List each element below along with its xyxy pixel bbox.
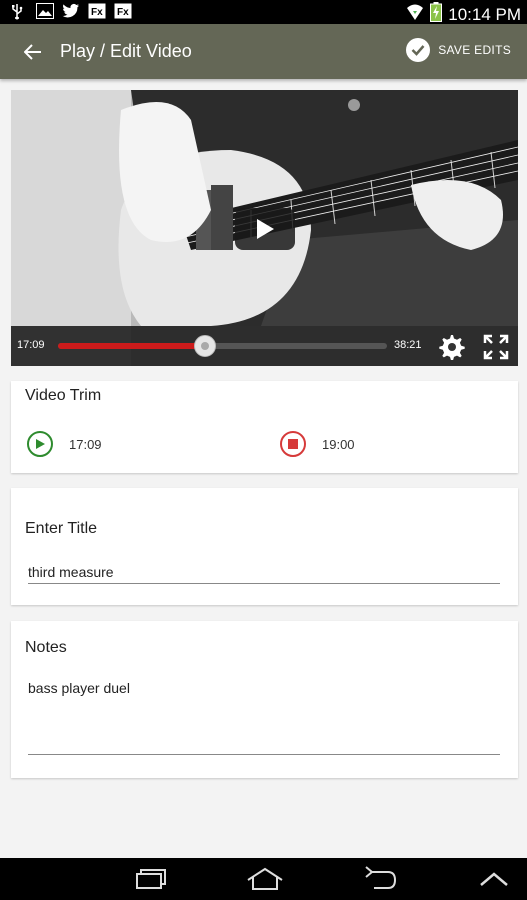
gear-icon[interactable]	[439, 334, 465, 365]
trim-end: 19:00	[280, 431, 355, 457]
check-icon	[406, 38, 431, 62]
video-player[interactable]: 17:09 38:21	[11, 90, 518, 366]
image-icon	[36, 3, 54, 20]
video-trim-title: Video Trim	[25, 387, 102, 404]
fx-icon: Fx	[88, 3, 106, 20]
save-edits-label: SAVE EDITS	[438, 43, 511, 57]
usb-icon	[10, 3, 28, 20]
play-icon	[36, 439, 45, 449]
video-controls: 17:09 38:21	[11, 326, 518, 366]
stop-icon	[288, 439, 298, 449]
fullscreen-icon[interactable]	[483, 334, 509, 365]
home-icon[interactable]	[245, 866, 285, 897]
trim-start-play-button[interactable]	[27, 431, 53, 457]
seek-bar-played	[58, 343, 206, 349]
enter-title-label: Enter Title	[25, 520, 98, 537]
trim-end-stop-button[interactable]	[280, 431, 306, 457]
title-input[interactable]	[28, 560, 500, 584]
title-card: Enter Title	[11, 488, 518, 605]
seek-thumb[interactable]	[194, 335, 217, 357]
trim-start: 17:09	[27, 431, 102, 457]
arrow-left-icon	[24, 44, 41, 60]
back-button[interactable]	[18, 37, 48, 67]
page-title: Play / Edit Video	[60, 41, 192, 61]
play-button[interactable]	[235, 208, 295, 250]
notes-label: Notes	[25, 639, 67, 656]
seek-bar[interactable]	[58, 335, 387, 357]
fx-icon: Fx	[114, 3, 132, 20]
recent-apps-icon[interactable]	[132, 866, 168, 897]
svg-text:Fx: Fx	[91, 7, 103, 18]
duration-time: 38:21	[394, 339, 422, 351]
svg-text:Fx: Fx	[117, 7, 129, 18]
twitter-icon	[62, 3, 80, 20]
back-icon[interactable]	[362, 866, 398, 897]
status-clock: 10:14 PM	[448, 4, 521, 24]
notes-card: Notes bass player duel	[11, 621, 518, 778]
navigation-bar	[0, 858, 527, 900]
save-edits-button[interactable]: SAVE EDITS	[406, 38, 511, 62]
notes-input[interactable]: bass player duel	[28, 677, 500, 755]
current-time: 17:09	[17, 339, 45, 351]
wifi-icon	[406, 3, 424, 26]
play-icon	[257, 219, 274, 239]
trim-end-time[interactable]: 19:00	[322, 437, 355, 452]
app-bar: Play / Edit Video SAVE EDITS	[0, 24, 527, 79]
video-trim-card: Video Trim 17:09 19:00	[11, 381, 518, 473]
menu-up-icon[interactable]	[478, 866, 510, 897]
trim-start-time[interactable]: 17:09	[69, 437, 102, 452]
status-bar: Fx Fx 10:14 PM	[0, 0, 527, 24]
